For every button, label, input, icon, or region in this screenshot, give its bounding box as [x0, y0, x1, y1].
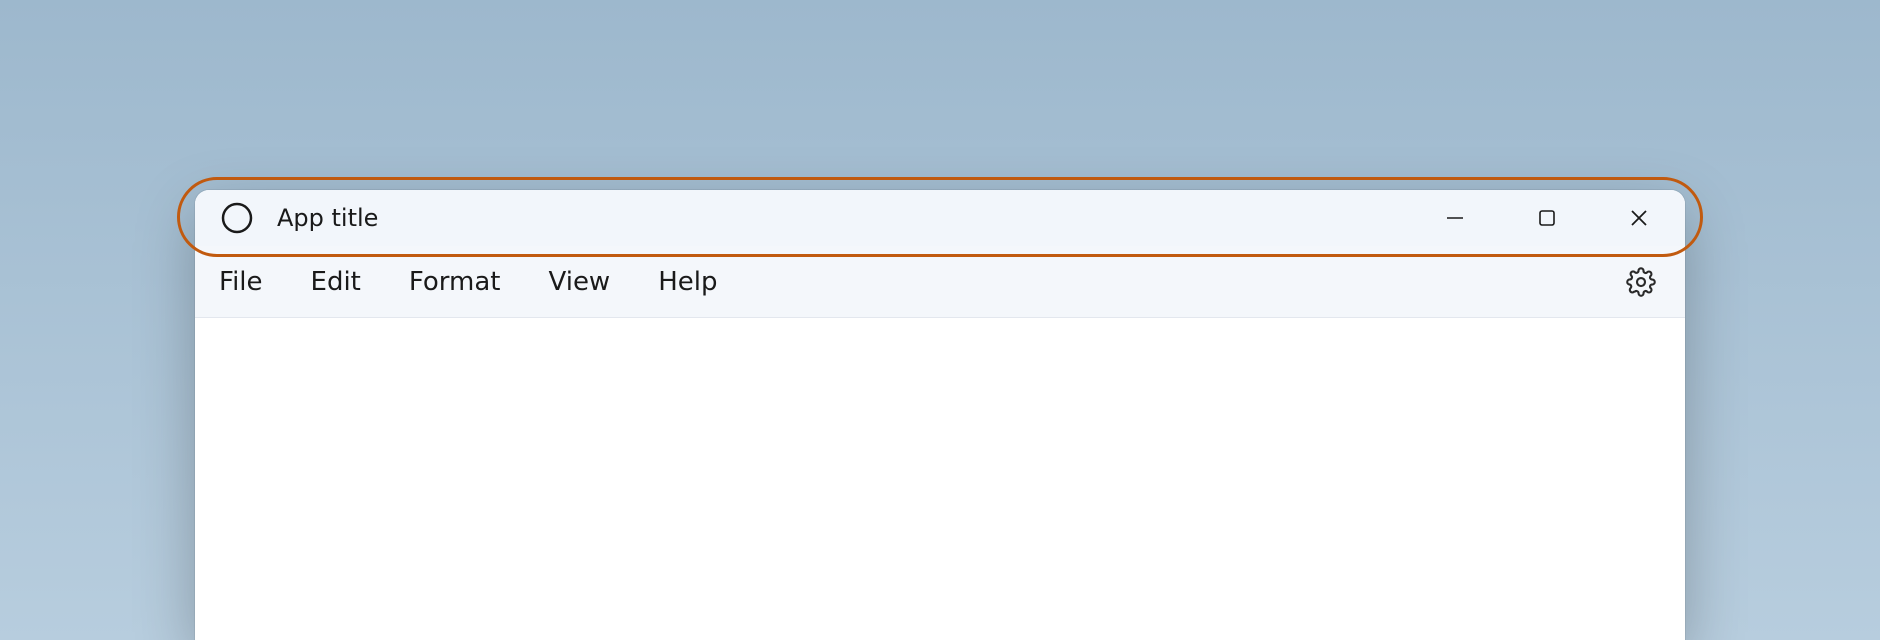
minimize-button[interactable] [1409, 190, 1501, 246]
menu-help[interactable]: Help [658, 267, 717, 297]
titlebar[interactable]: App title [195, 190, 1685, 246]
content-area [195, 318, 1685, 640]
menu-format[interactable]: Format [409, 267, 501, 297]
minimize-icon [1446, 209, 1464, 227]
close-button[interactable] [1593, 190, 1685, 246]
window-controls [1409, 190, 1685, 246]
app-title: App title [277, 204, 378, 232]
menubar: File Edit Format View Help [195, 246, 1685, 318]
menu-edit[interactable]: Edit [311, 267, 361, 297]
app-circle-icon [219, 200, 255, 236]
menu-file[interactable]: File [219, 267, 263, 297]
gear-icon [1626, 267, 1656, 297]
menu-view[interactable]: View [549, 267, 611, 297]
app-window: App title File Edit Format View Help [195, 190, 1685, 640]
maximize-icon [1538, 209, 1556, 227]
maximize-button[interactable] [1501, 190, 1593, 246]
close-icon [1630, 209, 1648, 227]
settings-button[interactable] [1621, 262, 1661, 302]
